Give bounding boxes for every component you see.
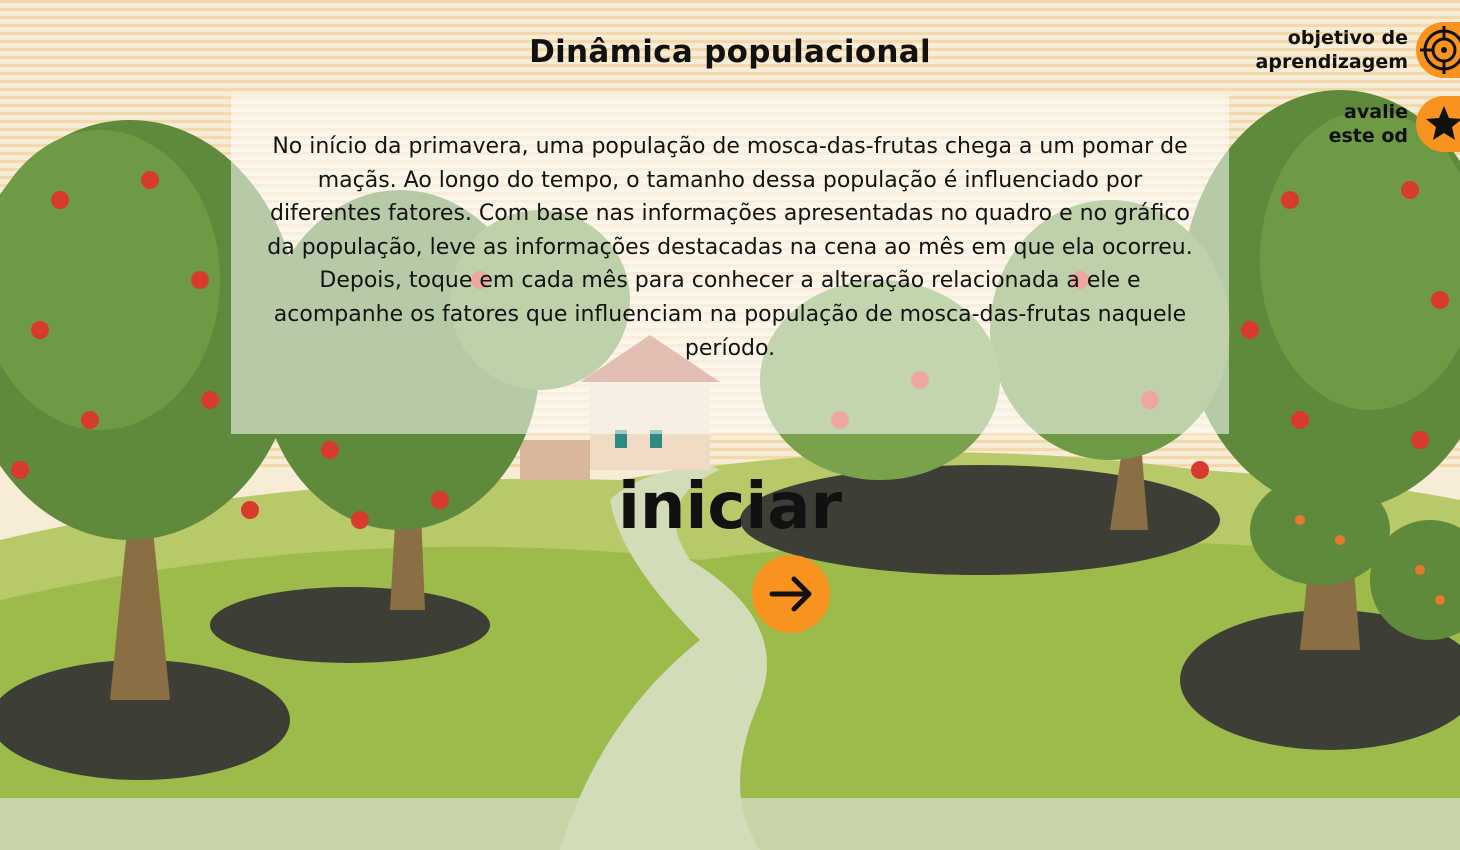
learning-objective-label: objetivo de aprendizagem — [1255, 27, 1408, 73]
arrow-right-icon — [769, 576, 812, 612]
intro-text: No início da primavera, uma população de… — [267, 134, 1193, 361]
target-icon — [1416, 22, 1460, 78]
page-title: Dinâmica populacional — [529, 34, 931, 70]
start-button[interactable] — [752, 555, 830, 633]
star-icon — [1416, 96, 1460, 152]
rate-label: avalie este od — [1328, 101, 1408, 147]
rate-button[interactable]: avalie este od — [1329, 96, 1460, 152]
start-label[interactable]: iniciar — [600, 470, 860, 544]
learning-objective-button[interactable]: objetivo de aprendizagem — [1256, 22, 1460, 78]
